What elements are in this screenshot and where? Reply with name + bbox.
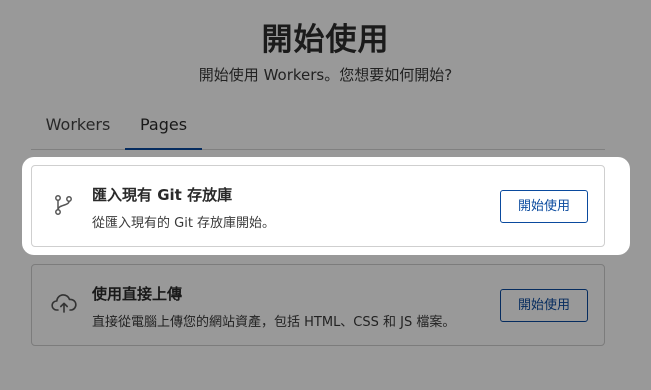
git-import-card: 匯入現有 Git 存放庫 從匯入現有的 Git 存放庫開始。 開始使用: [31, 165, 605, 247]
page-subtitle: 開始使用 Workers。您想要如何開始?: [198, 66, 453, 84]
git-start-button[interactable]: 開始使用: [500, 190, 588, 223]
git-branch-icon: [55, 195, 72, 215]
upload-card-description: 直接從電腦上傳您的網站資產，包括 HTML、CSS 和 JS 檔案。: [92, 315, 456, 330]
highlight-frame: 匯入現有 Git 存放庫 從匯入現有的 Git 存放庫開始。 開始使用: [22, 157, 630, 255]
direct-upload-card: 使用直接上傳 直接從電腦上傳您的網站資產，包括 HTML、CSS 和 JS 檔案…: [31, 264, 605, 346]
upload-start-button[interactable]: 開始使用: [500, 289, 588, 322]
git-card-title: 匯入現有 Git 存放庫: [92, 186, 233, 204]
tab-bar: Workers Pages: [31, 104, 605, 150]
upload-card-title: 使用直接上傳: [92, 285, 183, 303]
tab-workers[interactable]: Workers: [31, 104, 125, 148]
tab-pages[interactable]: Pages: [125, 104, 202, 150]
cloud-upload-icon: [51, 294, 77, 313]
git-card-description: 從匯入現有的 Git 存放庫開始。: [92, 216, 276, 231]
page-title: 開始使用: [261, 22, 390, 58]
